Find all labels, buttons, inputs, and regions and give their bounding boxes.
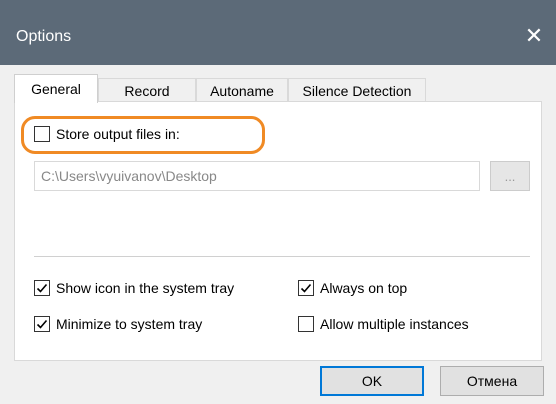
always-on-top-checkbox[interactable]	[298, 280, 314, 296]
allow-multiple-instances-label[interactable]: Allow multiple instances	[320, 316, 469, 332]
checkmark-icon	[300, 283, 312, 293]
tab-autoname-label: Autoname	[210, 82, 274, 99]
close-button[interactable]: ✕	[516, 18, 552, 54]
tab-general-label: General	[31, 81, 81, 97]
separator	[34, 256, 530, 257]
checkmark-icon	[36, 283, 48, 293]
browse-button-label: ...	[504, 168, 516, 184]
cancel-button[interactable]: Отмена	[440, 366, 544, 396]
browse-button: ...	[490, 161, 530, 191]
highlight-annotation	[21, 116, 265, 154]
cancel-button-label: Отмена	[466, 373, 518, 389]
minimize-to-tray-label[interactable]: Minimize to system tray	[56, 316, 202, 332]
allow-multiple-instances-checkbox[interactable]	[298, 316, 314, 332]
tab-silence-detection-label: Silence Detection	[302, 82, 412, 99]
tab-record[interactable]: Record	[98, 78, 196, 102]
tab-autoname[interactable]: Autoname	[196, 78, 288, 102]
close-icon: ✕	[524, 23, 544, 48]
minimize-to-tray-checkbox[interactable]	[34, 316, 50, 332]
checkmark-icon	[36, 319, 48, 329]
window-title: Options	[16, 28, 72, 45]
always-on-top-label[interactable]: Always on top	[320, 280, 407, 296]
options-dialog: Options ✕ General Record Autoname Silenc…	[0, 0, 556, 404]
ok-button[interactable]: OK	[320, 366, 424, 396]
show-tray-icon-checkbox[interactable]	[34, 280, 50, 296]
show-tray-icon-label[interactable]: Show icon in the system tray	[56, 280, 234, 296]
tab-silence-detection[interactable]: Silence Detection	[288, 78, 426, 102]
tab-strip: General Record Autoname Silence Detectio…	[14, 74, 434, 103]
output-path-field: C:\Users\vyuivanov\Desktop	[34, 161, 480, 191]
ok-button-label: OK	[361, 373, 383, 389]
tab-general[interactable]: General	[14, 74, 98, 103]
title-bar: Options ✕	[0, 0, 556, 65]
tab-record-label: Record	[124, 82, 170, 99]
